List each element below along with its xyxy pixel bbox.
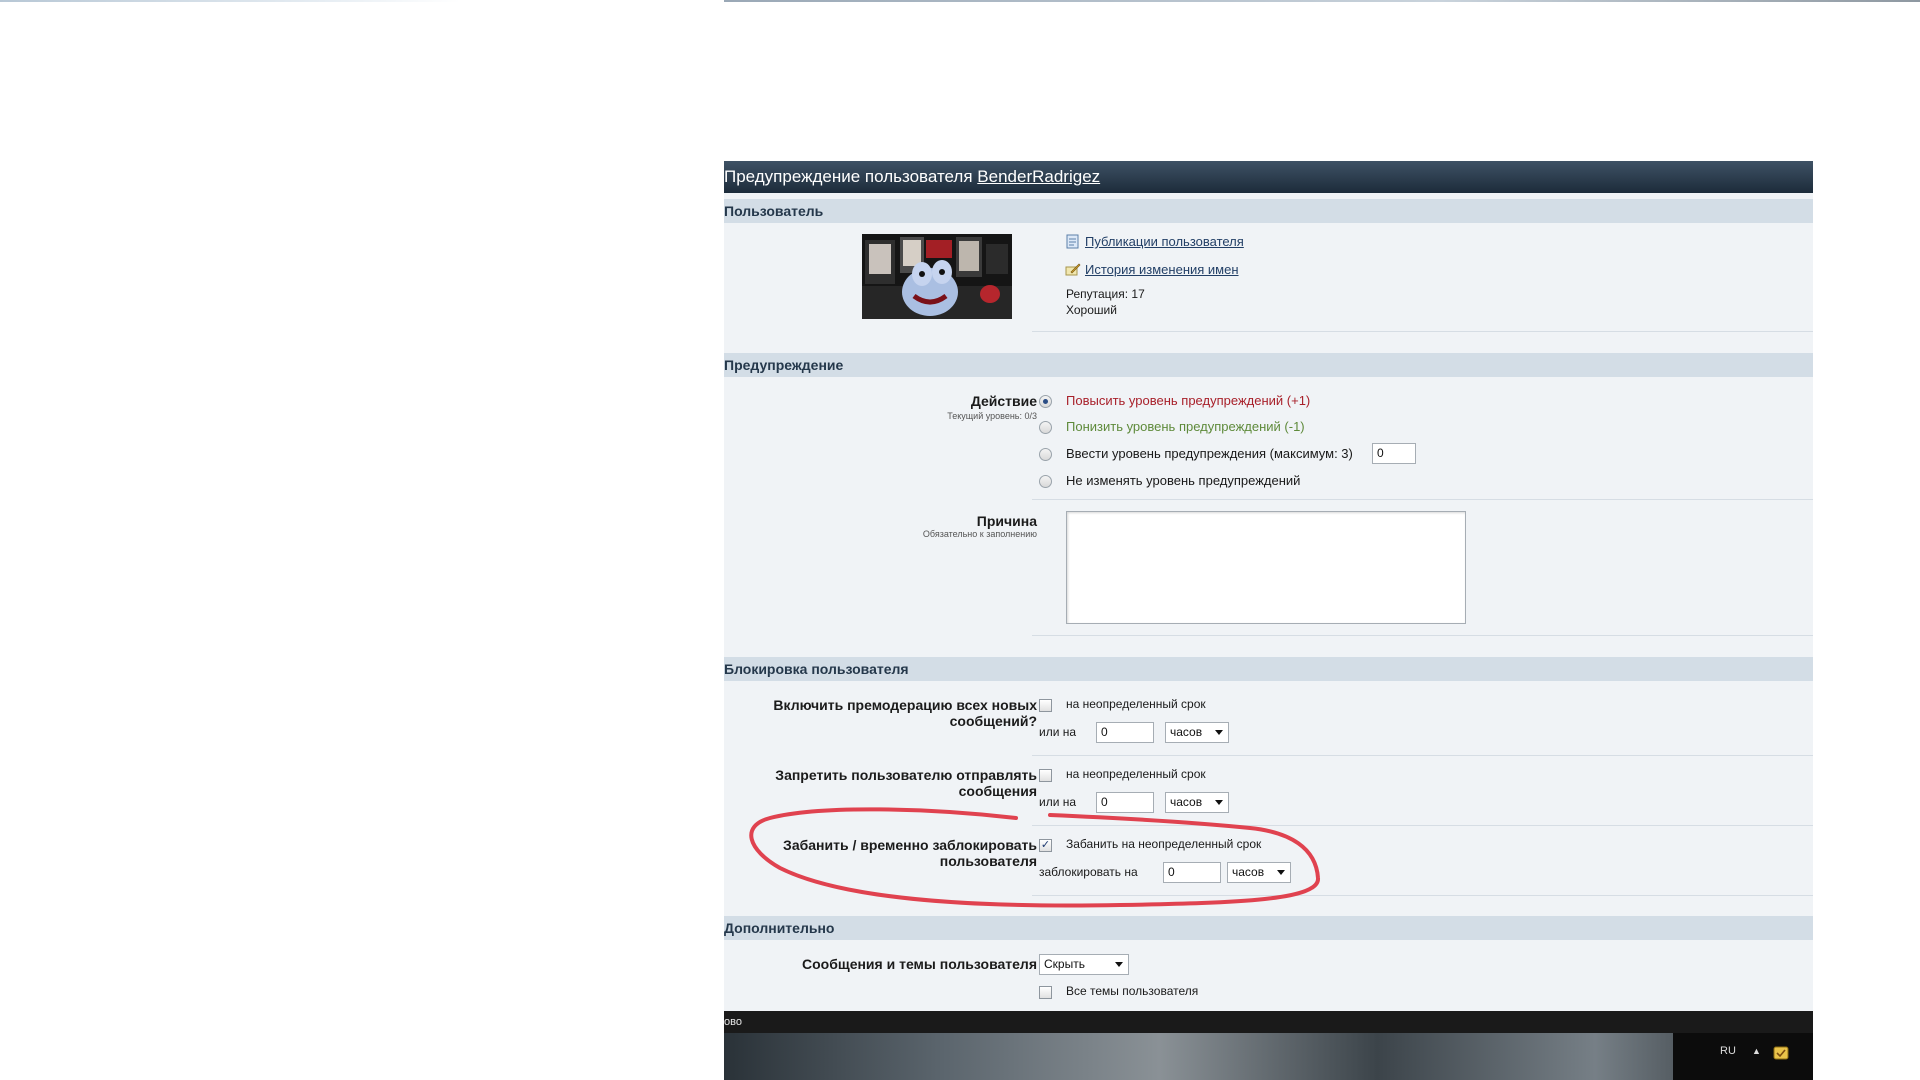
ban-user-label: Забанить / временно заблокировать пользо… bbox=[783, 837, 1037, 869]
set-warning-level-label: Ввести уровень предупреждения (максимум:… bbox=[1066, 446, 1353, 461]
chevron-down-icon bbox=[1277, 870, 1285, 875]
action-label: Действие bbox=[970, 393, 1037, 409]
page-title: Предупреждение пользователя bbox=[724, 167, 973, 186]
decrease-warning-radio[interactable] bbox=[1039, 421, 1052, 434]
user-section-heading: Пользователь bbox=[724, 199, 1813, 223]
reputation-text: Хороший bbox=[1066, 303, 1117, 317]
warn-user-panel: Предупреждение пользователя BenderRadrig… bbox=[724, 161, 1813, 1011]
chevron-up-icon[interactable]: ▲ bbox=[1752, 1046, 1761, 1056]
posts-action-select[interactable]: Скрыть bbox=[1039, 954, 1129, 975]
ban-indefinite-checkbox[interactable]: ✓ bbox=[1039, 839, 1052, 852]
divider bbox=[1032, 499, 1813, 500]
premoderation-label-line1: Включить премодерацию всех новых bbox=[773, 697, 1037, 713]
posts-action-value: Скрыть bbox=[1044, 957, 1085, 971]
divider bbox=[1032, 635, 1813, 636]
system-tray: RU ▲ bbox=[1673, 1033, 1813, 1080]
action-sublabel: Текущий уровень: 0/3 bbox=[947, 411, 1037, 421]
restrict-posting-label-line1: Запретить пользователю отправлять bbox=[775, 767, 1037, 783]
divider bbox=[1032, 755, 1813, 756]
ban-for-label: заблокировать на bbox=[1039, 865, 1138, 879]
decrease-warning-label: Понизить уровень предупреждений (-1) bbox=[1066, 419, 1305, 434]
desktop-strip: RU ▲ bbox=[724, 1033, 1813, 1080]
restrict-posting-indefinite-checkbox[interactable] bbox=[1039, 769, 1052, 782]
premoderation-label-line2: сообщений? bbox=[949, 713, 1037, 729]
increase-warning-radio[interactable] bbox=[1039, 395, 1052, 408]
pencil-icon bbox=[1065, 263, 1081, 276]
reason-sublabel: Обязательно к заполнению bbox=[922, 529, 1037, 539]
restrict-posting-label-line2: сообщения bbox=[958, 783, 1037, 799]
divider bbox=[1032, 895, 1813, 896]
user-posts-link[interactable]: Публикации пользователя bbox=[1085, 234, 1244, 249]
divider bbox=[1032, 331, 1813, 332]
top-line-left bbox=[0, 0, 460, 2]
flag-icon[interactable] bbox=[1773, 1045, 1789, 1061]
premoderation-label: Включить премодерацию всех новых сообщен… bbox=[773, 697, 1037, 729]
ban-indefinite-label: Забанить на неопределенный срок bbox=[1066, 837, 1262, 851]
restrict-posting-unit-select[interactable]: часов bbox=[1165, 792, 1229, 813]
premoderation-duration-input[interactable]: 0 bbox=[1096, 722, 1154, 743]
language-indicator[interactable]: RU bbox=[1720, 1045, 1736, 1057]
user-avatar bbox=[862, 234, 1012, 319]
user-posts-topics-label: Сообщения и темы пользователя bbox=[802, 956, 1037, 972]
premoderation-or-label: или на bbox=[1039, 725, 1077, 739]
page-title-bar: Предупреждение пользователя BenderRadrig… bbox=[724, 161, 1813, 193]
name-history-link[interactable]: История изменения имен bbox=[1085, 262, 1239, 277]
avatar-image bbox=[862, 234, 1012, 319]
bottom-bar: ово bbox=[724, 1011, 1813, 1033]
ban-unit-value: часов bbox=[1232, 865, 1265, 879]
all-topics-label: Все темы пользователя bbox=[1066, 984, 1199, 998]
reason-textarea[interactable] bbox=[1066, 511, 1466, 624]
reason-label: Причина bbox=[976, 513, 1037, 529]
chevron-down-icon bbox=[1215, 800, 1223, 805]
bottom-bar-text: ово bbox=[724, 1016, 742, 1028]
chevron-down-icon bbox=[1115, 962, 1123, 967]
username-link[interactable]: BenderRadrigez bbox=[977, 167, 1100, 186]
divider bbox=[1032, 825, 1813, 826]
ban-user-label-line2: пользователя bbox=[939, 853, 1037, 869]
ban-unit-select[interactable]: часов bbox=[1227, 862, 1291, 883]
restrict-posting-duration-input[interactable]: 0 bbox=[1096, 792, 1154, 813]
premoderation-unit-value: часов bbox=[1170, 725, 1203, 739]
keep-warning-level-label: Не изменять уровень предупреждений bbox=[1066, 473, 1301, 488]
set-warning-level-radio[interactable] bbox=[1039, 448, 1052, 461]
premoderation-indefinite-checkbox[interactable] bbox=[1039, 699, 1052, 712]
document-icon bbox=[1066, 234, 1079, 249]
ban-user-label-line1: Забанить / временно заблокировать bbox=[783, 837, 1037, 853]
restrict-posting-label: Запретить пользователю отправлять сообще… bbox=[775, 767, 1037, 799]
warning-level-input[interactable]: 0 bbox=[1372, 443, 1416, 464]
restrict-posting-unit-value: часов bbox=[1170, 795, 1203, 809]
keep-warning-level-radio[interactable] bbox=[1039, 475, 1052, 488]
all-topics-checkbox[interactable] bbox=[1039, 986, 1052, 999]
premoderation-unit-select[interactable]: часов bbox=[1165, 722, 1229, 743]
premoderation-indefinite-label: на неопределенный срок bbox=[1066, 697, 1206, 711]
warning-section-heading: Предупреждение bbox=[724, 353, 1813, 377]
extra-section-heading: Дополнительно bbox=[724, 916, 1813, 940]
restrict-posting-indefinite-label: на неопределенный срок bbox=[1066, 767, 1206, 781]
restrict-posting-or-label: или на bbox=[1039, 795, 1077, 809]
block-section-heading: Блокировка пользователя bbox=[724, 657, 1813, 681]
chevron-down-icon bbox=[1215, 730, 1223, 735]
reputation-value: Репутация: 17 bbox=[1066, 287, 1145, 301]
ban-duration-input[interactable]: 0 bbox=[1163, 862, 1221, 883]
top-line-right bbox=[724, 0, 1920, 2]
increase-warning-label: Повысить уровень предупреждений (+1) bbox=[1066, 393, 1311, 408]
